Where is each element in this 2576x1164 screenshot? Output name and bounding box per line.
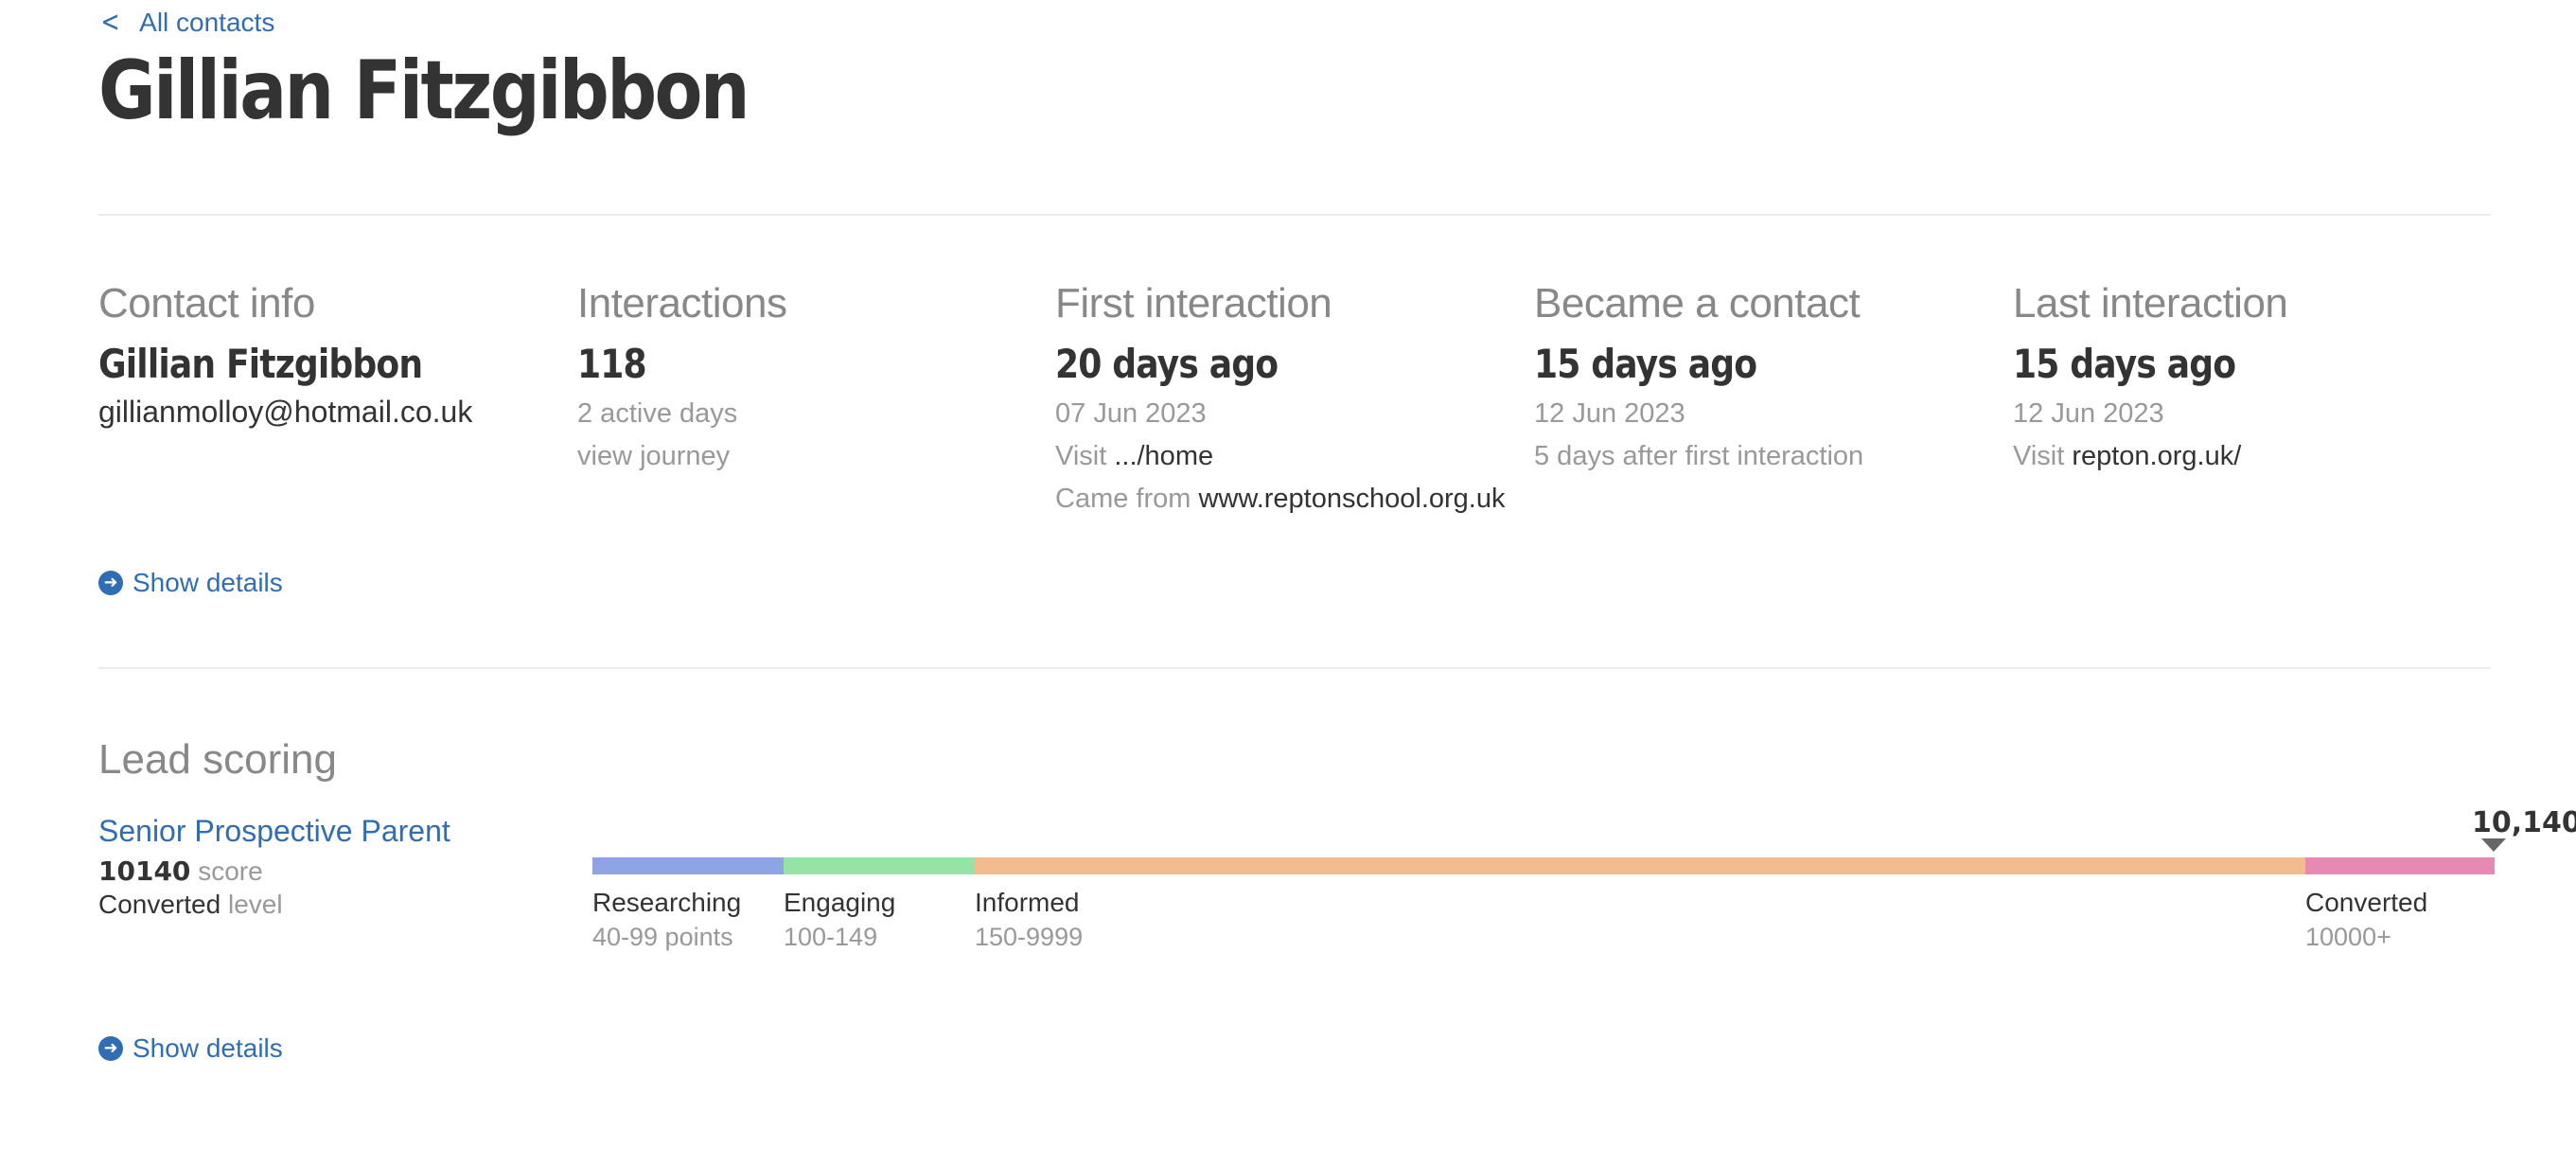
came-from-value: www.reptonschool.org.uk (1198, 484, 1506, 514)
score-segment-informed (975, 857, 2305, 874)
contact-name: Gillian Fitzgibbon (98, 341, 423, 387)
page-title: Gillian Fitzgibbon (98, 44, 750, 138)
visit-value: repton.org.uk/ (2072, 441, 2242, 471)
first-interaction-visit: Visit .../home (1055, 441, 1509, 472)
score-marker-pointer-icon (2481, 838, 2506, 852)
lead-profile-link[interactable]: Senior Prospective Parent (98, 814, 450, 849)
view-journey-link[interactable]: view journey (577, 441, 1032, 472)
segment-range: 150-9999 (975, 923, 1084, 951)
show-details-button[interactable]: ➜ Show details (98, 568, 283, 598)
lead-level-value: Converted (98, 890, 221, 919)
divider (98, 667, 2491, 669)
back-link-label: All contacts (139, 8, 275, 37)
score-segment-converted (2305, 857, 2495, 874)
arrow-right-circle-icon: ➜ (98, 1036, 123, 1061)
last-interaction-visit: Visit repton.org.uk/ (2013, 441, 2467, 472)
first-interaction-came-from: Came from www.reptonschool.org.uk (1055, 484, 1509, 515)
interactions-heading: Interactions (577, 280, 787, 326)
became-contact-date: 12 Jun 2023 (1534, 398, 1685, 429)
back-to-contacts-link[interactable]: < All contacts (98, 6, 275, 39)
interactions-count: 118 (577, 341, 647, 387)
first-interaction-relative: 20 days ago (1055, 341, 1279, 387)
divider (98, 214, 2491, 216)
became-contact-relative: 15 days ago (1534, 341, 1757, 387)
lead-scoring-heading: Lead scoring (98, 736, 337, 783)
lead-score-suffix: score (198, 856, 263, 886)
last-interaction-date: 12 Jun 2023 (2013, 398, 2164, 429)
show-details-label: Show details (132, 568, 283, 597)
last-interaction-heading: Last interaction (2013, 280, 2288, 326)
contact-info-heading: Contact info (98, 280, 315, 326)
visit-value: .../home (1114, 441, 1214, 471)
active-days: 2 active days (577, 398, 738, 429)
lead-score-line: 10140 score (98, 855, 263, 887)
segment-label: Converted (2305, 888, 2428, 917)
became-contact-section: Became a contact 15 days ago 12 Jun 2023… (1534, 280, 1988, 472)
visit-prefix: Visit (2013, 441, 2065, 471)
contact-email: gillianmolloy@hotmail.co.uk (98, 395, 473, 429)
last-interaction-section: Last interaction 15 days ago 12 Jun 2023… (2013, 280, 2467, 472)
lead-score-value: 10140 (98, 855, 191, 887)
segment-label: Researching (592, 888, 742, 917)
came-from-prefix: Came from (1055, 484, 1191, 514)
first-interaction-section: First interaction 20 days ago 07 Jun 202… (1055, 280, 1509, 515)
contact-info-section: Contact info Gillian Fitzgibbon gillianm… (98, 280, 553, 430)
last-interaction-relative: 15 days ago (2013, 341, 2236, 387)
segment-label: Engaging (784, 888, 896, 917)
visit-prefix: Visit (1055, 441, 1107, 471)
became-contact-after-first: 5 days after first interaction (1534, 441, 1864, 471)
segment-range: 10000+ (2305, 923, 2391, 951)
segment-label: Informed (975, 888, 1080, 917)
arrow-right-circle-icon: ➜ (98, 571, 123, 595)
score-segment-researching (592, 857, 784, 874)
interactions-section: Interactions 118 2 active days view jour… (577, 280, 1032, 472)
segment-range: 40-99 points (592, 923, 733, 951)
show-lead-details-button[interactable]: ➜ Show details (98, 1033, 283, 1064)
lead-level-line: Converted level (98, 890, 283, 920)
chevron-left-icon: < (100, 6, 120, 39)
score-marker-value: 10,140 (2472, 806, 2576, 839)
score-segment-engaging (784, 857, 975, 874)
segment-range: 100-149 (784, 923, 878, 951)
show-details-label: Show details (132, 1033, 283, 1063)
lead-level-suffix: level (227, 890, 283, 919)
first-interaction-date: 07 Jun 2023 (1055, 398, 1207, 429)
first-interaction-heading: First interaction (1055, 280, 1332, 326)
became-contact-heading: Became a contact (1534, 280, 1861, 326)
